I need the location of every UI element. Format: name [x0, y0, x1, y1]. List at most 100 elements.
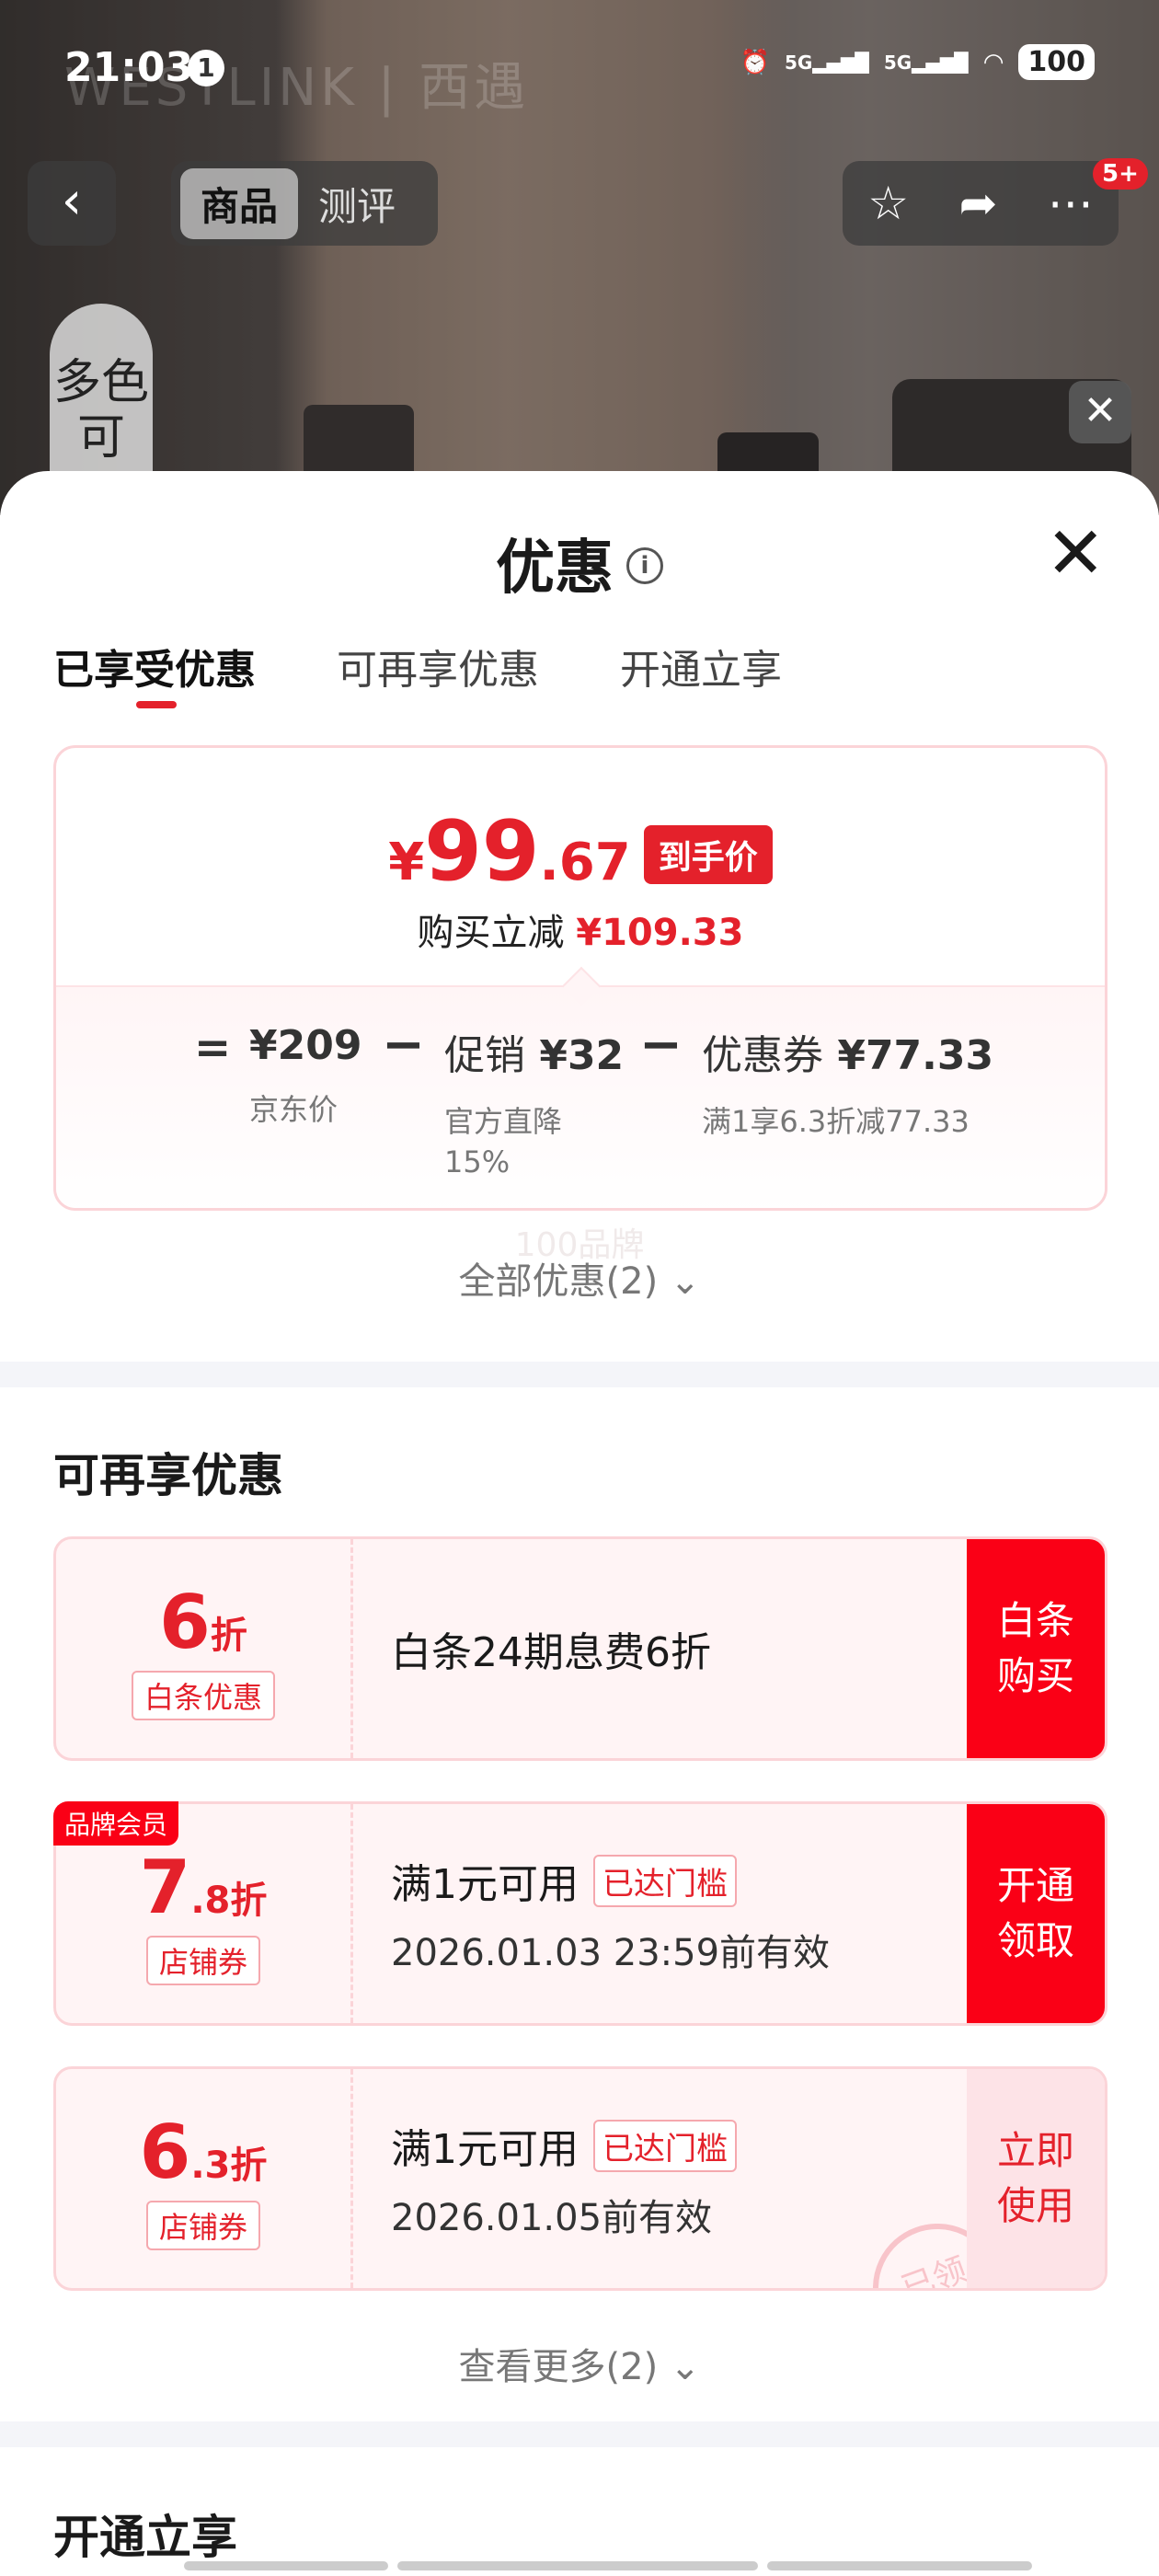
minus-sign: − — [382, 1015, 425, 1075]
coupon-discount: 6折 白条优惠 — [56, 1539, 350, 1758]
discount-sheet: 优惠 i ✕ 已享受优惠 可再享优惠 开通立享 ¥99.67 到手价 购买立减 ¥1… — [0, 471, 1159, 2576]
threshold-met-badge: 已达门槛 — [593, 1854, 737, 1907]
home-indicator — [184, 2561, 388, 2570]
action-label: 立即 使用 — [996, 2128, 1074, 2228]
wifi-icon: ◠ — [982, 48, 1004, 76]
chevron-left-icon: ‹ — [61, 171, 83, 231]
equals-sign: = — [194, 1022, 232, 1074]
tab-more-offers[interactable]: 可再享优惠 — [337, 637, 539, 696]
coupon-description: 白条24期息费6折 — [391, 1629, 711, 1676]
discount-unit: .3折 — [190, 2145, 268, 2187]
coupon-type-label: 白条优惠 — [131, 1671, 275, 1720]
promo-sub-label: 官方直降 — [444, 1104, 563, 1139]
see-more-label: 查看更多(2) — [458, 2346, 659, 2388]
coupon-separator — [350, 1804, 353, 2023]
price-decimal: .67 — [539, 833, 631, 892]
tab-enjoyed-offers[interactable]: 已享受优惠 — [53, 637, 256, 708]
brand-member-tag: 品牌会员 — [53, 1801, 179, 1846]
status-bar-right: ⏰ 5G▂▄▆█ 5G▂▄▆█ ◠ 100 — [740, 44, 1095, 80]
info-icon[interactable]: i — [626, 547, 663, 585]
back-button[interactable]: ‹ — [28, 161, 116, 246]
final-price-card: ¥99.67 到手价 购买立减 ¥109.33 = ¥209 京东价 − 促销 ¥… — [53, 745, 1107, 1211]
promo-column: 促销 ¥32 官方直降 15% — [444, 1022, 624, 1182]
coupon-separator — [350, 2069, 353, 2288]
coupon-column: 优惠券 ¥77.33 满1享6.3折减77.33 — [702, 1022, 993, 1142]
status-time: 21:03 — [64, 44, 194, 91]
section-divider — [0, 1362, 1159, 1387]
reduction-amount: ¥109.33 — [576, 912, 744, 954]
share-icon[interactable]: ➦ — [958, 177, 997, 230]
coupon-sub-label: 满1享6.3折减77.33 — [702, 1104, 970, 1139]
signal-icon: 5G▂▄▆█ — [784, 51, 869, 74]
coupon-details: 满1元可用 已达门槛 2026.01.03 23:59前有效 — [391, 1804, 830, 2023]
jd-price-label: 京东价 — [249, 1092, 339, 1127]
price-integer: 99 — [424, 803, 540, 900]
coupon-condition: 满1元可用 — [391, 1861, 579, 1908]
chevron-down-icon: ⌄ — [669, 1260, 701, 1303]
alarm-icon: ⏰ — [740, 48, 770, 76]
open-offers-title: 开通立享 — [53, 2511, 237, 2564]
nav-tab-product[interactable]: 商品 — [180, 167, 299, 239]
action-label: 开通 领取 — [996, 1863, 1074, 1963]
final-price: ¥99.67 到手价 — [56, 803, 1105, 900]
sheet-tabs: 已享受优惠 可再享优惠 开通立享 — [53, 637, 782, 708]
final-price-tag: 到手价 — [643, 825, 773, 884]
nav-action-bar: ☆ ➦ ⋯ — [843, 161, 1119, 246]
coupon-details: 白条24期息费6折 — [391, 1539, 711, 1758]
sheet-title: 优惠 i — [0, 521, 1159, 605]
coupon-separator — [350, 1539, 353, 1758]
close-icon: ✕ — [1045, 512, 1106, 595]
more-offers-title: 可再享优惠 — [53, 1449, 283, 1502]
sheet-title-text: 优惠 — [496, 535, 614, 603]
discount-unit: .8折 — [190, 1880, 268, 1922]
all-offers-toggle[interactable]: 全部优惠(2) ⌄ — [0, 1251, 1159, 1305]
tab-open-offers[interactable]: 开通立享 — [620, 637, 782, 696]
use-now-button[interactable]: 立即 使用 — [967, 2069, 1105, 2288]
promo-sub-percent: 15% — [444, 1144, 511, 1179]
product-nav-tabs: 商品 测评 — [171, 161, 438, 246]
threshold-met-badge: 已达门槛 — [593, 2119, 737, 2172]
coupon-type-label: 店铺券 — [145, 1936, 260, 1985]
discount-number: 6 — [159, 1580, 211, 1665]
promo-label: 促销 — [444, 1032, 525, 1079]
nav-tab-review[interactable]: 测评 — [298, 168, 416, 239]
coupon-card-store: 6.3折 店铺券 满1元可用 已达门槛 2026.01.05前有效 已领 立即 使… — [53, 2066, 1107, 2291]
minus-sign: − — [639, 1015, 683, 1075]
more-icon[interactable]: ⋯ — [1048, 177, 1094, 230]
jd-price-value: ¥209 — [249, 1022, 362, 1069]
notification-count-badge: 1 — [188, 50, 224, 86]
coupon-label: 优惠券 — [702, 1032, 823, 1079]
chevron-down-icon: ⌄ — [669, 2346, 701, 2388]
close-float-button[interactable]: ✕ — [1069, 381, 1131, 443]
open-and-claim-button[interactable]: 开通 领取 — [967, 1804, 1105, 2023]
jd-price-column: ¥209 京东价 — [249, 1022, 361, 1130]
coupon-validity: 2026.01.03 23:59前有效 — [391, 1932, 831, 1974]
home-indicator — [767, 2561, 1032, 2570]
coupon-type-label: 店铺券 — [145, 2201, 260, 2250]
discount-unit: 折 — [210, 1615, 247, 1657]
coupon-amount: ¥77.33 — [837, 1032, 994, 1079]
star-icon[interactable]: ☆ — [867, 177, 909, 230]
baitiao-buy-button[interactable]: 白条 购买 — [967, 1539, 1105, 1758]
coupon-card-baitiao: 6折 白条优惠 白条24期息费6折 白条 购买 — [53, 1536, 1107, 1761]
coupon-condition: 满1元可用 — [391, 2126, 579, 2173]
message-badge: 5+ — [1093, 158, 1148, 190]
coupon-validity: 2026.01.05前有效 — [391, 2197, 713, 2239]
see-more-toggle[interactable]: 查看更多(2) ⌄ — [0, 2337, 1159, 2390]
close-icon: ✕ — [1083, 387, 1118, 434]
all-offers-label: 全部优惠(2) — [458, 1260, 659, 1303]
currency-symbol: ¥ — [388, 833, 425, 892]
section-divider — [0, 2421, 1159, 2447]
coupon-discount: 6.3折 店铺券 — [56, 2069, 350, 2288]
price-breakdown: = ¥209 京东价 − 促销 ¥32 官方直降 15% − 优惠券 ¥77.33… — [56, 985, 1105, 1208]
purchase-reduction: 购买立减 ¥109.33 — [56, 903, 1105, 956]
home-indicator — [397, 2561, 758, 2570]
signal-icon-2: 5G▂▄▆█ — [883, 51, 969, 74]
discount-number: 7 — [139, 1845, 191, 1930]
promo-amount: ¥32 — [539, 1032, 625, 1079]
close-sheet-button[interactable]: ✕ — [1046, 518, 1106, 590]
discount-number: 6 — [139, 2110, 191, 2195]
reduction-label: 购买立减 — [417, 912, 565, 954]
battery-indicator: 100 — [1018, 44, 1095, 80]
action-label: 白条 购买 — [996, 1598, 1074, 1698]
